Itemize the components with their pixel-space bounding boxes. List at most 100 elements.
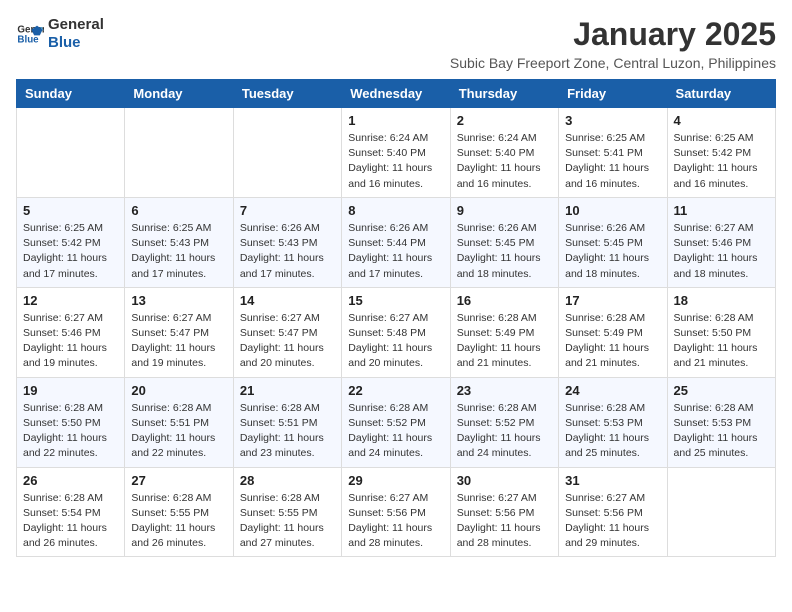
day-number: 18 bbox=[674, 293, 769, 308]
day-number: 20 bbox=[131, 383, 226, 398]
calendar-cell bbox=[667, 467, 775, 557]
calendar-cell: 30 Sunrise: 6:27 AM Sunset: 5:56 PM Dayli… bbox=[450, 467, 558, 557]
day-number: 9 bbox=[457, 203, 552, 218]
day-number: 10 bbox=[565, 203, 660, 218]
calendar-cell bbox=[17, 108, 125, 198]
calendar-week-1: 1 Sunrise: 6:24 AM Sunset: 5:40 PM Daylig… bbox=[17, 108, 776, 198]
calendar-table: SundayMondayTuesdayWednesdayThursdayFrid… bbox=[16, 79, 776, 557]
calendar-cell: 24 Sunrise: 6:28 AM Sunset: 5:53 PM Dayli… bbox=[559, 377, 667, 467]
calendar-cell: 21Sunrise: 6:28 AM Sunset: 5:51 PM Dayli… bbox=[233, 377, 341, 467]
calendar-cell bbox=[125, 108, 233, 198]
calendar-cell: 1 Sunrise: 6:24 AM Sunset: 5:40 PM Daylig… bbox=[342, 108, 450, 198]
day-number: 3 bbox=[565, 113, 660, 128]
day-info: Sunrise: 6:26 AM Sunset: 5:44 PM Dayligh… bbox=[348, 221, 443, 282]
day-info: Sunrise: 6:28 AM Sunset: 5:52 PM Dayligh… bbox=[457, 401, 552, 462]
month-title: January 2025 bbox=[104, 16, 776, 53]
day-number: 26 bbox=[23, 473, 118, 488]
day-number: 25 bbox=[674, 383, 769, 398]
day-number: 15 bbox=[348, 293, 443, 308]
logo: General Blue General Blue bbox=[16, 16, 104, 52]
calendar-cell: 26 Sunrise: 6:28 AM Sunset: 5:54 PM Dayli… bbox=[17, 467, 125, 557]
day-info: Sunrise: 6:27 AM Sunset: 5:56 PM Dayligh… bbox=[457, 491, 552, 552]
day-info: Sunrise: 6:28 AM Sunset: 5:51 PM Dayligh… bbox=[240, 401, 335, 462]
day-info: Sunrise: 6:28 AM Sunset: 5:49 PM Dayligh… bbox=[565, 311, 660, 372]
calendar-cell: 11Sunrise: 6:27 AM Sunset: 5:46 PM Dayli… bbox=[667, 197, 775, 287]
day-info: Sunrise: 6:28 AM Sunset: 5:55 PM Dayligh… bbox=[131, 491, 226, 552]
day-number: 2 bbox=[457, 113, 552, 128]
day-info: Sunrise: 6:25 AM Sunset: 5:42 PM Dayligh… bbox=[23, 221, 118, 282]
logo-icon: General Blue bbox=[16, 20, 44, 48]
calendar-header-row: SundayMondayTuesdayWednesdayThursdayFrid… bbox=[17, 80, 776, 108]
day-number: 30 bbox=[457, 473, 552, 488]
calendar-week-4: 19 Sunrise: 6:28 AM Sunset: 5:50 PM Dayli… bbox=[17, 377, 776, 467]
day-number: 16 bbox=[457, 293, 552, 308]
calendar-week-5: 26 Sunrise: 6:28 AM Sunset: 5:54 PM Dayli… bbox=[17, 467, 776, 557]
calendar-cell: 17 Sunrise: 6:28 AM Sunset: 5:49 PM Dayli… bbox=[559, 287, 667, 377]
day-number: 24 bbox=[565, 383, 660, 398]
weekday-header-thursday: Thursday bbox=[450, 80, 558, 108]
calendar-cell: 27 Sunrise: 6:28 AM Sunset: 5:55 PM Dayli… bbox=[125, 467, 233, 557]
calendar-cell: 19 Sunrise: 6:28 AM Sunset: 5:50 PM Dayli… bbox=[17, 377, 125, 467]
calendar-cell bbox=[233, 108, 341, 198]
day-number: 13 bbox=[131, 293, 226, 308]
calendar-cell: 10 Sunrise: 6:26 AM Sunset: 5:45 PM Dayli… bbox=[559, 197, 667, 287]
day-number: 4 bbox=[674, 113, 769, 128]
weekday-header-tuesday: Tuesday bbox=[233, 80, 341, 108]
day-info: Sunrise: 6:28 AM Sunset: 5:55 PM Dayligh… bbox=[240, 491, 335, 552]
weekday-header-saturday: Saturday bbox=[667, 80, 775, 108]
day-number: 14 bbox=[240, 293, 335, 308]
day-number: 27 bbox=[131, 473, 226, 488]
weekday-header-sunday: Sunday bbox=[17, 80, 125, 108]
day-number: 29 bbox=[348, 473, 443, 488]
day-info: Sunrise: 6:27 AM Sunset: 5:46 PM Dayligh… bbox=[674, 221, 769, 282]
day-info: Sunrise: 6:28 AM Sunset: 5:53 PM Dayligh… bbox=[565, 401, 660, 462]
calendar-cell: 2Sunrise: 6:24 AM Sunset: 5:40 PM Daylig… bbox=[450, 108, 558, 198]
calendar-cell: 14 Sunrise: 6:27 AM Sunset: 5:47 PM Dayli… bbox=[233, 287, 341, 377]
calendar-cell: 31 Sunrise: 6:27 AM Sunset: 5:56 PM Dayli… bbox=[559, 467, 667, 557]
location-subtitle: Subic Bay Freeport Zone, Central Luzon, … bbox=[104, 55, 776, 71]
calendar-cell: 28Sunrise: 6:28 AM Sunset: 5:55 PM Dayli… bbox=[233, 467, 341, 557]
day-info: Sunrise: 6:27 AM Sunset: 5:47 PM Dayligh… bbox=[131, 311, 226, 372]
calendar-cell: 20Sunrise: 6:28 AM Sunset: 5:51 PM Dayli… bbox=[125, 377, 233, 467]
day-number: 7 bbox=[240, 203, 335, 218]
day-info: Sunrise: 6:27 AM Sunset: 5:56 PM Dayligh… bbox=[348, 491, 443, 552]
day-info: Sunrise: 6:24 AM Sunset: 5:40 PM Dayligh… bbox=[348, 131, 443, 192]
calendar-cell: 7 Sunrise: 6:26 AM Sunset: 5:43 PM Daylig… bbox=[233, 197, 341, 287]
day-info: Sunrise: 6:28 AM Sunset: 5:50 PM Dayligh… bbox=[23, 401, 118, 462]
day-info: Sunrise: 6:26 AM Sunset: 5:45 PM Dayligh… bbox=[565, 221, 660, 282]
calendar-cell: 22Sunrise: 6:28 AM Sunset: 5:52 PM Dayli… bbox=[342, 377, 450, 467]
calendar-cell: 18 Sunrise: 6:28 AM Sunset: 5:50 PM Dayli… bbox=[667, 287, 775, 377]
day-info: Sunrise: 6:27 AM Sunset: 5:56 PM Dayligh… bbox=[565, 491, 660, 552]
calendar-week-3: 12 Sunrise: 6:27 AM Sunset: 5:46 PM Dayli… bbox=[17, 287, 776, 377]
calendar-cell: 3Sunrise: 6:25 AM Sunset: 5:41 PM Daylig… bbox=[559, 108, 667, 198]
title-section: January 2025 Subic Bay Freeport Zone, Ce… bbox=[104, 16, 776, 71]
day-number: 8 bbox=[348, 203, 443, 218]
calendar-cell: 15 Sunrise: 6:27 AM Sunset: 5:48 PM Dayli… bbox=[342, 287, 450, 377]
day-info: Sunrise: 6:25 AM Sunset: 5:43 PM Dayligh… bbox=[131, 221, 226, 282]
calendar-cell: 25 Sunrise: 6:28 AM Sunset: 5:53 PM Dayli… bbox=[667, 377, 775, 467]
day-info: Sunrise: 6:25 AM Sunset: 5:42 PM Dayligh… bbox=[674, 131, 769, 192]
day-info: Sunrise: 6:28 AM Sunset: 5:52 PM Dayligh… bbox=[348, 401, 443, 462]
day-info: Sunrise: 6:26 AM Sunset: 5:43 PM Dayligh… bbox=[240, 221, 335, 282]
calendar-week-2: 5Sunrise: 6:25 AM Sunset: 5:42 PM Daylig… bbox=[17, 197, 776, 287]
day-number: 12 bbox=[23, 293, 118, 308]
day-number: 31 bbox=[565, 473, 660, 488]
day-info: Sunrise: 6:27 AM Sunset: 5:47 PM Dayligh… bbox=[240, 311, 335, 372]
weekday-header-monday: Monday bbox=[125, 80, 233, 108]
day-number: 17 bbox=[565, 293, 660, 308]
calendar-cell: 9 Sunrise: 6:26 AM Sunset: 5:45 PM Daylig… bbox=[450, 197, 558, 287]
day-info: Sunrise: 6:27 AM Sunset: 5:48 PM Dayligh… bbox=[348, 311, 443, 372]
day-info: Sunrise: 6:28 AM Sunset: 5:54 PM Dayligh… bbox=[23, 491, 118, 552]
calendar-cell: 13 Sunrise: 6:27 AM Sunset: 5:47 PM Dayli… bbox=[125, 287, 233, 377]
day-number: 1 bbox=[348, 113, 443, 128]
calendar-cell: 5Sunrise: 6:25 AM Sunset: 5:42 PM Daylig… bbox=[17, 197, 125, 287]
day-number: 19 bbox=[23, 383, 118, 398]
day-info: Sunrise: 6:28 AM Sunset: 5:50 PM Dayligh… bbox=[674, 311, 769, 372]
day-info: Sunrise: 6:26 AM Sunset: 5:45 PM Dayligh… bbox=[457, 221, 552, 282]
svg-text:Blue: Blue bbox=[17, 34, 39, 45]
day-info: Sunrise: 6:27 AM Sunset: 5:46 PM Dayligh… bbox=[23, 311, 118, 372]
calendar-cell: 4 Sunrise: 6:25 AM Sunset: 5:42 PM Daylig… bbox=[667, 108, 775, 198]
weekday-header-friday: Friday bbox=[559, 80, 667, 108]
calendar-cell: 16Sunrise: 6:28 AM Sunset: 5:49 PM Dayli… bbox=[450, 287, 558, 377]
day-info: Sunrise: 6:28 AM Sunset: 5:53 PM Dayligh… bbox=[674, 401, 769, 462]
